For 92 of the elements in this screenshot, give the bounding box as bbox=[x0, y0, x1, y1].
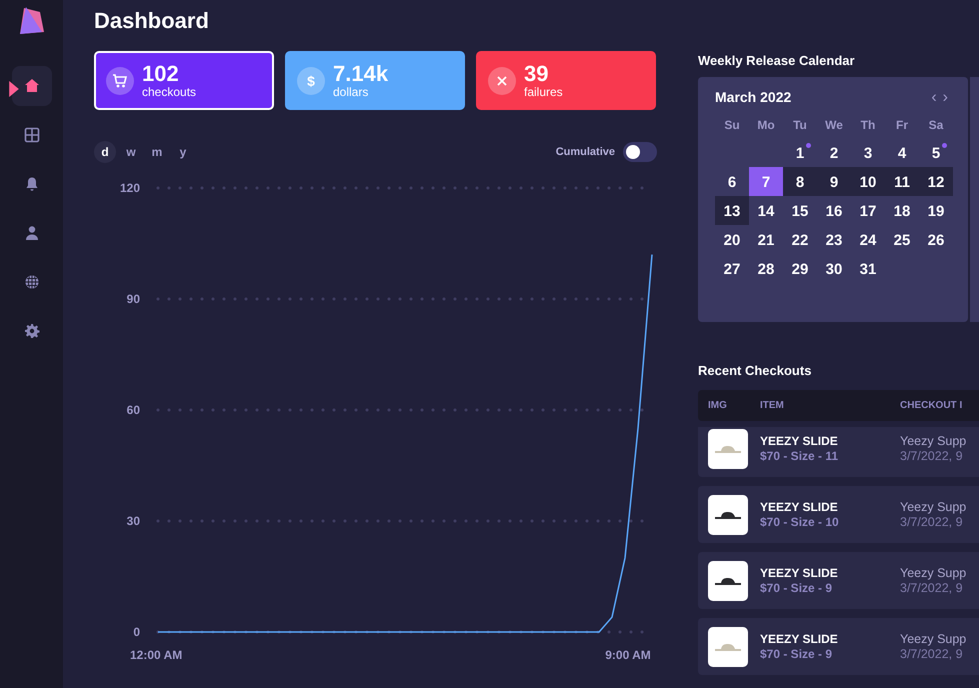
stat-label: checkouts bbox=[142, 84, 196, 98]
weekday-label: Th bbox=[860, 117, 876, 134]
calendar-day[interactable]: 27 bbox=[716, 258, 748, 278]
table-row[interactable]: YEEZY SLIDE $70 - Size - 10 Yeezy Supp 3/7/2022, 9 bbox=[698, 486, 979, 543]
item-detail: $70 - Size - 9 bbox=[760, 580, 834, 596]
next-month-button[interactable]: › bbox=[940, 90, 951, 104]
calendar-day[interactable]: 23 bbox=[818, 230, 850, 250]
checkout-site: Yeezy Supp bbox=[900, 566, 968, 580]
calendar-day[interactable]: 3 bbox=[856, 142, 880, 162]
grid-icon bbox=[24, 127, 40, 143]
stat-value: 39 bbox=[524, 62, 550, 84]
y-axis-label: 60 bbox=[126, 403, 140, 417]
home-icon bbox=[24, 78, 40, 94]
calendar-day[interactable]: 5 bbox=[924, 142, 948, 162]
calendar-day[interactable]: 19 bbox=[920, 200, 952, 220]
stat-label: dollars bbox=[333, 84, 370, 98]
section-title: Recent Checkouts bbox=[698, 363, 812, 379]
item-name: YEEZY SLIDE bbox=[760, 632, 839, 646]
checkout-site: Yeezy Supp bbox=[900, 434, 968, 448]
x-axis-label: 9:00 AM bbox=[605, 648, 651, 662]
stat-value: 102 bbox=[142, 62, 180, 84]
cart-icon bbox=[112, 72, 128, 88]
checkout-time: 3/7/2022, 9 bbox=[900, 448, 964, 464]
item-name: YEEZY SLIDE bbox=[760, 500, 839, 514]
previous-month-button[interactable]: ‹ bbox=[928, 90, 940, 104]
cumulative-toggle[interactable] bbox=[623, 142, 657, 162]
globe-icon bbox=[24, 274, 40, 290]
y-axis-label: 90 bbox=[126, 292, 140, 306]
range-tab[interactable]: w bbox=[120, 141, 142, 163]
weekday-label: Sa bbox=[928, 117, 944, 134]
app-logo bbox=[18, 6, 46, 36]
calendar-day[interactable]: 2 bbox=[822, 142, 846, 162]
bell-icon bbox=[24, 176, 40, 192]
calendar-day[interactable]: 21 bbox=[750, 230, 782, 250]
stat-card[interactable]: 102 checkouts bbox=[94, 51, 274, 110]
gear-icon bbox=[24, 323, 40, 339]
calendar-day[interactable]: 16 bbox=[818, 200, 850, 220]
calendar-day[interactable]: 26 bbox=[920, 230, 952, 250]
item-name: YEEZY SLIDE bbox=[760, 434, 839, 448]
calendar-day[interactable]: 15 bbox=[784, 200, 816, 220]
calendar-day[interactable]: 20 bbox=[716, 230, 748, 250]
y-axis-label: 30 bbox=[126, 514, 140, 528]
table-row[interactable]: YEEZY SLIDE $70 - Size - 9 Yeezy Supp 3/7/2022, 9 bbox=[698, 618, 979, 675]
y-axis-label: 120 bbox=[120, 181, 140, 195]
calendar-day[interactable]: 6 bbox=[720, 172, 744, 192]
checkout-time: 3/7/2022, 9 bbox=[900, 580, 964, 596]
calendar-day[interactable]: 24 bbox=[852, 230, 884, 250]
page-title: Dashboard bbox=[94, 7, 210, 35]
close-icon bbox=[496, 74, 508, 86]
checkout-site: Yeezy Supp bbox=[900, 500, 968, 514]
weekday-label: We bbox=[824, 117, 844, 134]
section-title: Weekly Release Calendar bbox=[698, 53, 856, 69]
weekday-label: Su bbox=[723, 117, 741, 134]
item-detail: $70 - Size - 10 bbox=[760, 514, 840, 530]
calendar-day[interactable]: 18 bbox=[886, 200, 918, 220]
column-header: CHECKOUT I bbox=[900, 399, 964, 413]
calendar-day[interactable]: 30 bbox=[818, 258, 850, 278]
calendar-day[interactable]: 28 bbox=[750, 258, 782, 278]
calendar-day[interactable]: 22 bbox=[784, 230, 816, 250]
stat-label: failures bbox=[524, 84, 563, 98]
dollar-icon: $ bbox=[307, 74, 315, 88]
weekday-label: Mo bbox=[756, 117, 776, 134]
calendar-day[interactable]: 14 bbox=[750, 200, 782, 220]
table-row[interactable]: YEEZY SLIDE $70 - Size - 9 Yeezy Supp 3/7/2022, 9 bbox=[698, 552, 979, 609]
calendar-day[interactable]: 17 bbox=[852, 200, 884, 220]
item-detail: $70 - Size - 9 bbox=[760, 646, 834, 662]
y-axis-label: 0 bbox=[133, 625, 140, 639]
calendar-day[interactable]: 1 bbox=[788, 142, 812, 162]
month-title: March 2022 bbox=[715, 88, 792, 107]
item-detail: $70 - Size - 11 bbox=[760, 448, 840, 464]
nav-button[interactable] bbox=[12, 66, 52, 106]
range-tab[interactable]: d bbox=[94, 141, 116, 163]
column-header: IMG bbox=[707, 399, 728, 413]
stat-card[interactable]: 39 failures bbox=[476, 51, 656, 110]
item-name: YEEZY SLIDE bbox=[760, 566, 839, 580]
weekday-label: Tu bbox=[792, 117, 808, 134]
weekday-label: Fr bbox=[895, 117, 909, 134]
stat-value: 7.14k bbox=[333, 62, 388, 84]
calendar-day[interactable]: 4 bbox=[890, 142, 914, 162]
calendar-day[interactable]: 29 bbox=[784, 258, 816, 278]
user-icon bbox=[24, 225, 40, 241]
checkout-time: 3/7/2022, 9 bbox=[900, 646, 964, 662]
range-tab[interactable]: m bbox=[146, 141, 168, 163]
cumulative-label: Cumulative bbox=[556, 144, 615, 160]
range-tab[interactable]: y bbox=[172, 141, 194, 163]
checkout-site: Yeezy Supp bbox=[900, 632, 968, 646]
x-axis-label: 12:00 AM bbox=[130, 648, 182, 662]
table-row[interactable]: YEEZY SLIDE $70 - Size - 11 Yeezy Supp 3/7/2022, 9 bbox=[698, 427, 979, 477]
calendar-day[interactable]: 25 bbox=[886, 230, 918, 250]
checkout-time: 3/7/2022, 9 bbox=[900, 514, 964, 530]
calendar-day[interactable]: 31 bbox=[852, 258, 884, 278]
column-header: ITEM bbox=[760, 399, 785, 413]
